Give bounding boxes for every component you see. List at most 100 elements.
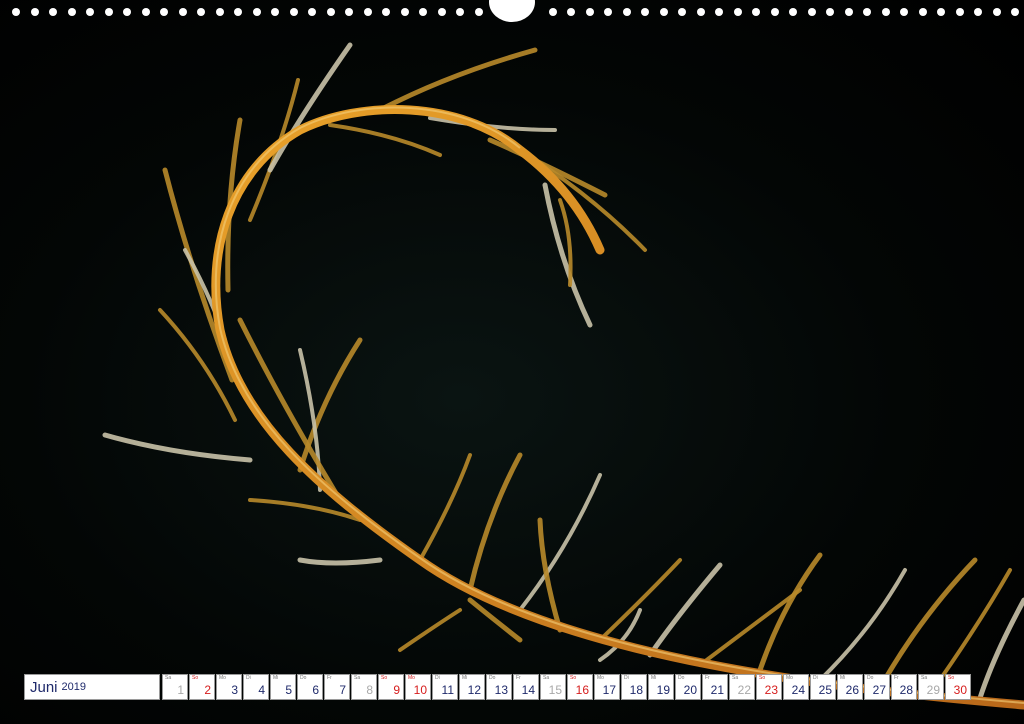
day-number: 5	[285, 683, 292, 697]
day-of-week: Mi	[462, 675, 468, 681]
calendar-binding	[0, 0, 1024, 24]
day-number: 20	[683, 683, 697, 697]
binding-hole	[678, 8, 686, 16]
day-of-week: Mo	[786, 675, 793, 681]
feather-pinnule	[518, 473, 602, 612]
calendar-day: Do 27	[864, 674, 890, 700]
binding-hole	[474, 8, 483, 16]
binding-hole	[733, 8, 742, 16]
calendar-day: Fr 14	[513, 674, 539, 700]
feather-pinnule	[102, 432, 253, 463]
day-of-week: Fr	[894, 675, 899, 681]
calendar-day: Di 25	[810, 674, 836, 700]
feather-stem-highlight	[214, 106, 1024, 704]
calendar-day: Mi 19	[648, 674, 674, 700]
calendar-day: Mi 5	[270, 674, 296, 700]
day-of-week: Sa	[543, 675, 550, 681]
calendar-day: Di 18	[621, 674, 647, 700]
calendar-day: Fr 21	[702, 674, 728, 700]
month-year: 2019	[61, 681, 87, 693]
binding-hole	[715, 8, 723, 16]
binding-hole	[123, 8, 131, 16]
binding-hole	[419, 8, 427, 16]
feather-pinnule	[418, 453, 472, 562]
day-number: 21	[710, 683, 724, 697]
day-number: 27	[872, 683, 886, 697]
feather-pinnule	[542, 182, 593, 328]
binding-hole	[400, 8, 409, 16]
day-of-week: Do	[678, 675, 685, 681]
binding-hole	[604, 8, 612, 16]
day-number: 13	[494, 683, 508, 697]
feather-pinnule	[698, 588, 802, 667]
binding-hole	[585, 8, 594, 16]
day-number: 11	[441, 683, 454, 697]
day-number: 24	[791, 683, 805, 697]
binding-hole	[30, 8, 39, 16]
day-of-week: Mi	[651, 675, 657, 681]
binding-hole	[918, 8, 927, 16]
binding-hole	[548, 8, 557, 16]
calendar-day: Mo 10	[405, 674, 431, 700]
binding-hole	[289, 8, 298, 16]
day-number: 29	[926, 683, 940, 697]
month-label: Juni 2019	[24, 674, 160, 700]
day-number: 18	[629, 683, 643, 697]
day-of-week: Di	[246, 675, 251, 681]
calendar-day: Sa 29	[918, 674, 944, 700]
feather-pinnule	[877, 557, 978, 691]
calendar-day: So 9	[378, 674, 404, 700]
day-number: 8	[366, 683, 373, 697]
binding-hole	[49, 8, 57, 16]
calendar-day: Fr 28	[891, 674, 917, 700]
day-of-week: Sa	[354, 675, 361, 681]
day-number: 7	[339, 683, 346, 697]
binding-hole	[234, 8, 242, 16]
feather-pinnule	[377, 47, 538, 113]
day-number: 2	[204, 683, 211, 697]
day-number: 4	[258, 683, 265, 697]
day-number: 6	[312, 683, 319, 697]
binding-hole	[992, 8, 1001, 16]
binding-hole	[271, 8, 279, 16]
calendar-day: Sa 22	[729, 674, 755, 700]
day-of-week: Fr	[327, 675, 332, 681]
photo-feather-star	[102, 42, 1024, 710]
binding-hole	[826, 8, 834, 16]
binding-hole	[308, 8, 316, 16]
day-of-week: Mo	[408, 675, 415, 681]
day-of-week: Di	[813, 675, 818, 681]
day-number: 10	[413, 683, 427, 697]
day-number: 30	[953, 683, 967, 697]
day-of-week: Mi	[273, 675, 279, 681]
day-of-week: Mo	[219, 675, 226, 681]
binding-hole	[974, 8, 982, 16]
calendar-day: Do 20	[675, 674, 701, 700]
calendar-day: Do 6	[297, 674, 323, 700]
day-number: 12	[467, 683, 481, 697]
day-of-week: Sa	[921, 675, 928, 681]
day-of-week: Sa	[732, 675, 739, 681]
feather-pinnule	[467, 452, 523, 593]
day-of-week: Do	[300, 675, 307, 681]
day-number: 23	[764, 683, 778, 697]
calendar-day: Di 4	[243, 674, 269, 700]
binding-hole	[844, 8, 853, 16]
binding-hole	[900, 8, 908, 16]
binding-hole	[659, 8, 668, 16]
hanger-hole	[489, 0, 535, 22]
calendar-day: So 23	[756, 674, 782, 700]
calendar-day: Fr 7	[324, 674, 350, 700]
calendar-day: Sa 8	[351, 674, 377, 700]
binding-hole	[456, 8, 464, 16]
binding-hole	[567, 8, 575, 16]
day-of-week: So	[759, 675, 766, 681]
binding-hole	[67, 8, 76, 16]
feather-pinnule	[558, 198, 573, 287]
binding-hole	[955, 8, 964, 16]
day-of-week: Sa	[165, 675, 172, 681]
calendar-day: Mo 3	[216, 674, 242, 700]
binding-hole	[215, 8, 224, 16]
day-of-week: Fr	[705, 675, 710, 681]
day-of-week: Di	[624, 675, 629, 681]
